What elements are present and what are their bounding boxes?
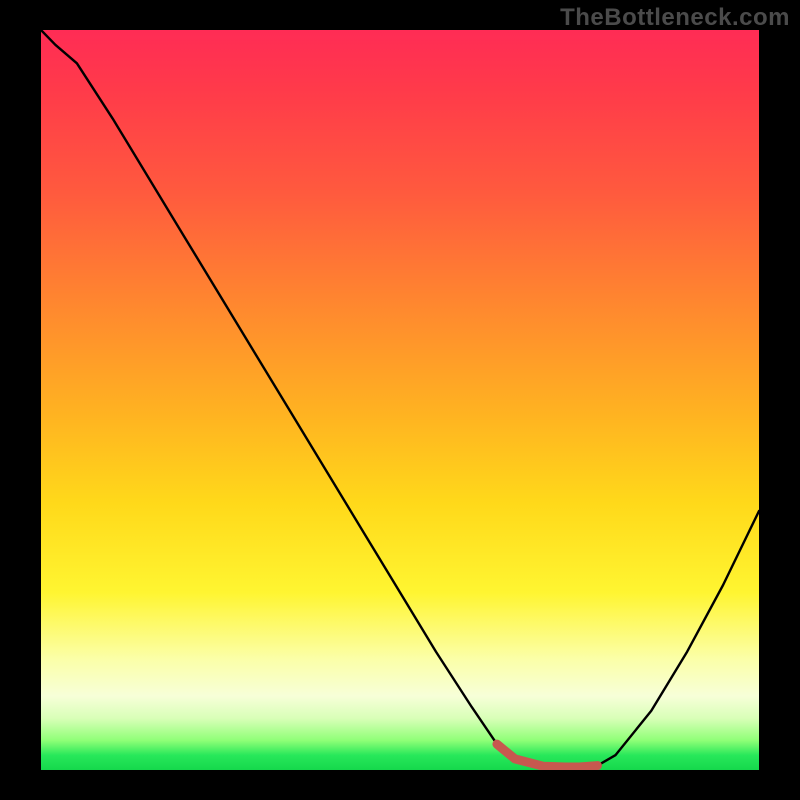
bottleneck-curve [41,30,759,767]
plot-area [41,30,759,770]
chart-frame: TheBottleneck.com [0,0,800,800]
watermark-text: TheBottleneck.com [560,4,790,32]
chart-svg [41,30,759,770]
optimal-range-highlight [497,744,598,767]
